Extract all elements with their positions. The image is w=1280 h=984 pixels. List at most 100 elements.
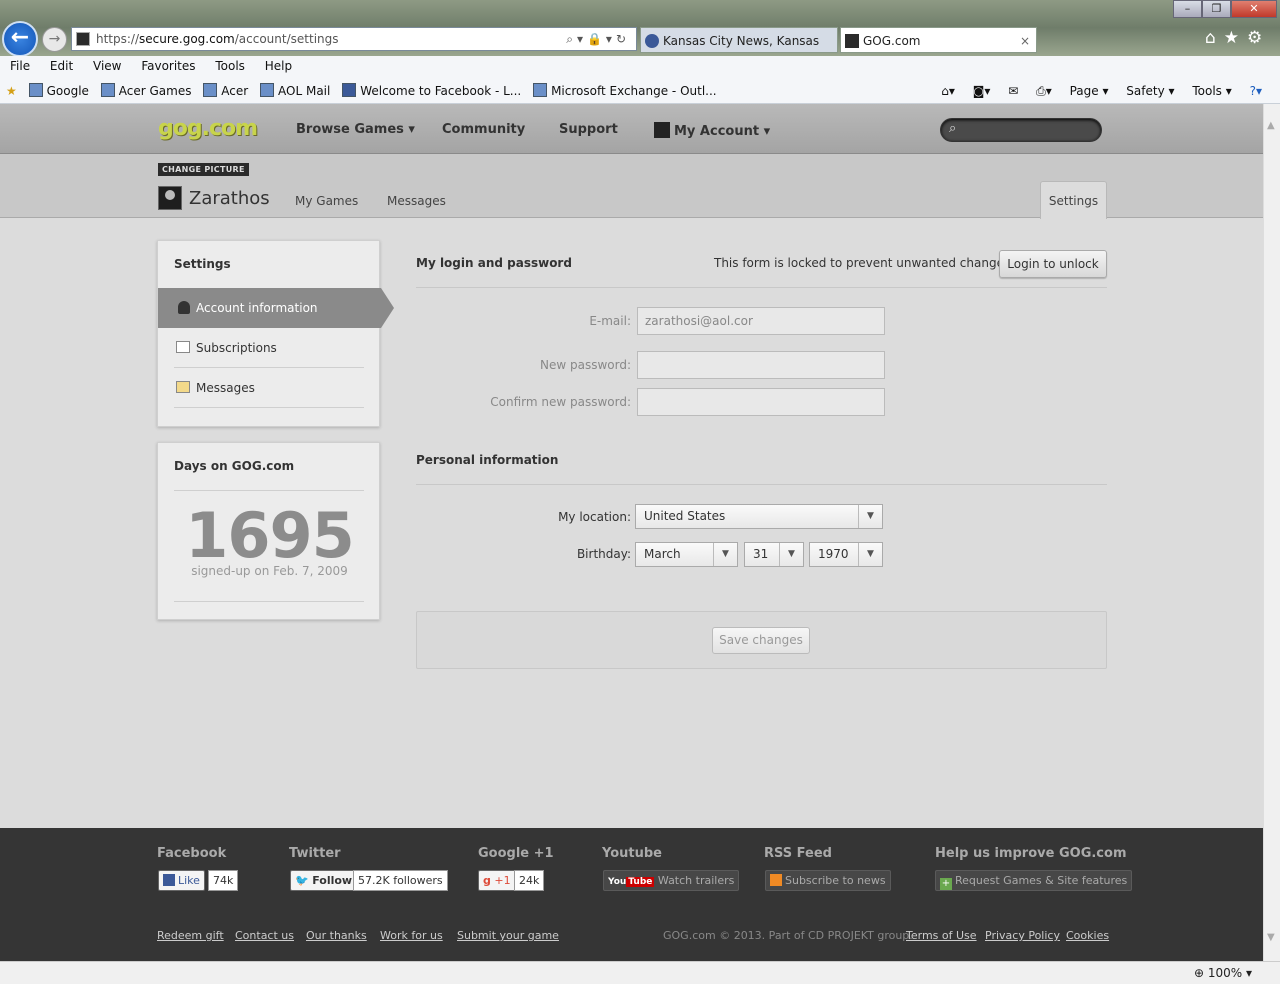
zoom-control[interactable]: ⊕ 100% ▾ — [1194, 962, 1252, 984]
facebook-like-button[interactable]: Like — [158, 870, 205, 891]
site-favicon-icon — [76, 32, 90, 46]
site-footer: Facebook Like 74k Twitter 🐦 Follow 57.2K… — [0, 828, 1263, 961]
save-changes-button[interactable]: Save changes — [712, 627, 810, 654]
rss-feed-icon[interactable]: ◙▾ — [973, 84, 991, 98]
search-input[interactable]: ⌕ — [940, 118, 1102, 142]
tab-gog[interactable]: GOG.com × — [840, 27, 1037, 53]
fav-facebook[interactable]: Welcome to Facebook - L... — [342, 78, 521, 104]
birth-day-select[interactable]: 31 ▼ — [744, 542, 804, 567]
twitter-bird-icon: 🐦 — [295, 874, 309, 887]
scroll-up-icon[interactable]: ▲ — [1267, 120, 1275, 131]
address-bar[interactable]: https://secure.gog.com/account/settings … — [71, 27, 637, 51]
forward-button[interactable]: → — [42, 27, 67, 52]
fav-aol-mail[interactable]: AOL Mail — [260, 78, 330, 104]
page-icon — [533, 83, 548, 97]
envelope-icon — [176, 381, 190, 393]
tab-messages[interactable]: Messages — [387, 194, 446, 208]
menu-view[interactable]: View — [93, 59, 121, 73]
menu-tools[interactable]: Tools — [215, 59, 245, 73]
save-area: Save changes — [416, 611, 1107, 669]
print-icon[interactable]: ⎙▾ — [1036, 84, 1052, 98]
fav-label: AOL Mail — [278, 84, 331, 98]
fav-exchange[interactable]: Microsoft Exchange - Outl... — [533, 78, 717, 104]
tab-settings[interactable]: Settings — [1040, 181, 1107, 219]
close-window-button[interactable]: ✕ — [1231, 0, 1277, 18]
sidebar-item-messages[interactable]: Messages — [174, 368, 364, 408]
login-to-unlock-button[interactable]: Login to unlock — [999, 250, 1107, 278]
footer-link-our-thanks[interactable]: Our thanks — [306, 929, 367, 942]
url-scheme: https:// — [96, 32, 140, 46]
nav-support[interactable]: Support — [559, 122, 618, 137]
vertical-scrollbar[interactable]: ▲ ▼ — [1263, 104, 1280, 961]
tab-my-games[interactable]: My Games — [295, 194, 358, 208]
scroll-down-icon[interactable]: ▼ — [1267, 932, 1275, 943]
back-button[interactable]: ← — [2, 21, 38, 57]
tools-menu[interactable]: Tools ▾ — [1192, 84, 1231, 98]
window-controls: – ❐ ✕ — [1173, 0, 1277, 18]
like-label: Like — [178, 874, 200, 887]
new-password-field[interactable] — [637, 351, 885, 379]
nav-my-account[interactable]: My Account ▾ — [654, 122, 770, 139]
minimize-button[interactable]: – — [1173, 0, 1202, 18]
footer-link-privacy[interactable]: Privacy Policy — [985, 929, 1060, 942]
page-menu[interactable]: Page ▾ — [1070, 84, 1109, 98]
birth-month-select[interactable]: March ▼ — [635, 542, 738, 567]
footer-link-contact-us[interactable]: Contact us — [235, 929, 294, 942]
avatar[interactable] — [158, 186, 182, 210]
nav-community[interactable]: Community — [442, 122, 525, 137]
menu-favorites[interactable]: Favorites — [141, 59, 195, 73]
subscribe-label: Subscribe to news — [785, 874, 886, 887]
footer-facebook-title: Facebook — [157, 846, 227, 861]
google-plus-one-button[interactable]: g +1 — [478, 870, 516, 891]
birth-year-select[interactable]: 1970 ▼ — [809, 542, 883, 567]
menu-bar: File Edit View Favorites Tools Help — [0, 56, 1280, 78]
fav-acer-games[interactable]: Acer Games — [100, 78, 191, 104]
restore-button[interactable]: ❐ — [1202, 0, 1231, 18]
close-tab-icon[interactable]: × — [1020, 28, 1030, 54]
footer-link-redeem-gift[interactable]: Redeem gift — [157, 929, 224, 942]
request-games-button[interactable]: + Request Games & Site features — [935, 870, 1133, 891]
favorites-star-icon[interactable]: ★ — [1224, 28, 1247, 48]
confirm-password-field[interactable] — [637, 388, 885, 416]
page-icon — [260, 83, 275, 97]
footer-link-terms[interactable]: Terms of Use — [906, 929, 977, 942]
change-picture-button[interactable]: CHANGE PICTURE — [158, 163, 249, 176]
twitter-follower-count: 57.2K followers — [353, 870, 448, 891]
google-plus-count: 24k — [514, 870, 545, 891]
footer-link-submit-game[interactable]: Submit your game — [457, 929, 559, 942]
tab-kansas-city[interactable]: Kansas City News, Kansas City,... — [640, 27, 838, 74]
fav-acer[interactable]: Acer — [203, 78, 248, 104]
nav-browse-games[interactable]: Browse Games ▾ — [296, 122, 415, 137]
signup-date: signed-up on Feb. 7, 2009 — [191, 564, 348, 578]
chevron-down-icon: ▼ — [779, 543, 803, 566]
help-icon[interactable]: ?▾ — [1250, 84, 1262, 98]
status-bar: ⊕ 100% ▾ — [0, 961, 1280, 984]
chevron-down-icon: ▼ — [713, 543, 737, 566]
footer-link-cookies[interactable]: Cookies — [1066, 929, 1109, 942]
home-icon[interactable]: ⌂ — [1205, 28, 1224, 48]
divider — [416, 484, 1107, 485]
mail-icon[interactable]: ✉ — [1008, 84, 1018, 98]
sidebar-item-account-information[interactable]: Account information — [158, 288, 394, 328]
email-field[interactable]: zarathosi@aol.cor — [637, 307, 885, 335]
sidebar-item-subscriptions[interactable]: Subscriptions — [174, 328, 364, 368]
home-icon[interactable]: ⌂▾ — [941, 84, 955, 98]
new-password-label: New password: — [539, 358, 631, 372]
fav-google[interactable]: Google — [28, 78, 89, 104]
footer-link-work-for-us[interactable]: Work for us — [380, 929, 443, 942]
gear-icon[interactable]: ⚙ — [1247, 28, 1270, 48]
zoom-icon: ⊕ — [1193, 966, 1205, 980]
lock-note: This form is locked to prevent unwanted … — [714, 256, 1015, 270]
youtube-trailers-button[interactable]: You Tube Watch trailers — [603, 870, 740, 891]
gog-logo[interactable]: gog.com — [158, 116, 258, 141]
rss-subscribe-button[interactable]: Subscribe to news — [765, 870, 891, 891]
fav-label: Welcome to Facebook - L... — [360, 84, 522, 98]
twitter-follow-button[interactable]: 🐦 Follow — [290, 870, 358, 891]
menu-file[interactable]: File — [10, 59, 30, 73]
location-select[interactable]: United States ▼ — [635, 504, 883, 529]
safety-menu[interactable]: Safety ▾ — [1126, 84, 1174, 98]
menu-edit[interactable]: Edit — [50, 59, 73, 73]
menu-help[interactable]: Help — [265, 59, 292, 73]
favorites-star-icon[interactable]: ★ — [6, 78, 17, 104]
address-controls-icon[interactable]: ⌕▾🔒▾↻ — [566, 28, 630, 50]
